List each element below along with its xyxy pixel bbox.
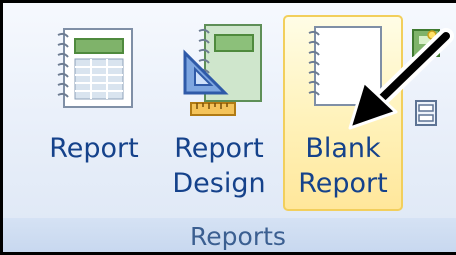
screenshot-frame: Report Report Design Blank Report Report…: [0, 0, 456, 255]
annotation-arrow-icon: [348, 28, 454, 130]
